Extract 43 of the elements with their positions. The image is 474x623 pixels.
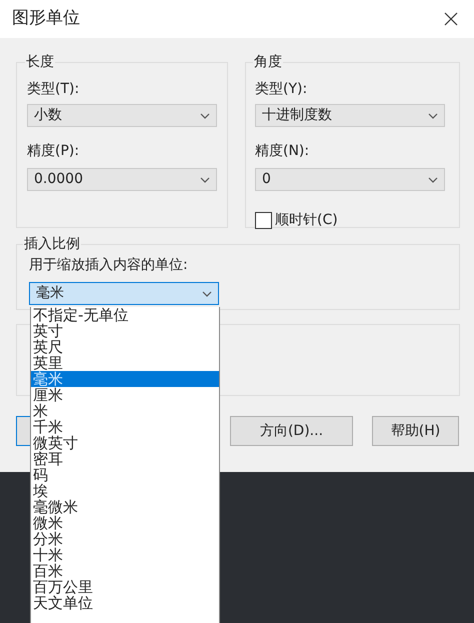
dropdown[interactable]: 毫米 [29,282,219,305]
dropdown[interactable]: 0.0000 [27,168,217,191]
field-label: 精度(P): [27,142,80,161]
direction-button[interactable]: 方向(D)... [230,416,353,446]
group-label: 长度 [25,53,55,72]
list-item[interactable]: 十米 [31,547,219,563]
list-item[interactable]: 微米 [31,515,219,531]
field-label: 用于缩放插入内容的单位: [29,256,189,275]
list-item[interactable]: 微英寸 [31,435,219,451]
window-title: 图形单位 [12,7,80,30]
group-label: 角度 [253,53,283,72]
list-item[interactable]: 厘米 [31,387,219,403]
close-icon[interactable] [444,12,458,26]
dropdown[interactable]: 十进制度数 [255,104,445,127]
chevron-down-icon [428,176,438,182]
list-item[interactable]: 密耳 [31,451,219,467]
dropdown[interactable]: 0 [255,168,445,191]
list-item[interactable]: 毫微米 [31,499,219,515]
list-item[interactable]: 千米 [31,419,219,435]
list-item[interactable]: 码 [31,467,219,483]
list-item[interactable]: 分米 [31,531,219,547]
checkbox[interactable] [255,212,272,229]
chevron-down-icon [200,112,210,118]
chevron-down-icon [200,176,210,182]
group-label: 插入比例 [23,235,81,254]
help-button[interactable]: 帮助(H) [372,416,459,446]
chevron-down-icon [202,290,212,296]
list-item[interactable]: 天文单位 [31,595,219,611]
list-item[interactable]: 百米 [31,563,219,579]
list-item[interactable]: 不指定-无单位 [31,307,219,323]
field-label: 类型(T): [27,80,80,99]
list-item[interactable]: 英尺 [31,339,219,355]
list-item[interactable]: 英里 [31,355,219,371]
list-item[interactable]: 米 [31,403,219,419]
field-label: 精度(N): [255,142,310,161]
list-item[interactable]: 百万公里 [31,579,219,595]
field-label: 类型(Y): [255,80,308,99]
checkbox-label: 顺时针(C) [275,211,338,230]
list-item[interactable]: 英寸 [31,323,219,339]
chevron-down-icon [428,112,438,118]
list-item[interactable]: 毫米 [31,371,219,387]
dropdown[interactable]: 小数 [27,104,217,127]
list-item[interactable]: 埃 [31,483,219,499]
